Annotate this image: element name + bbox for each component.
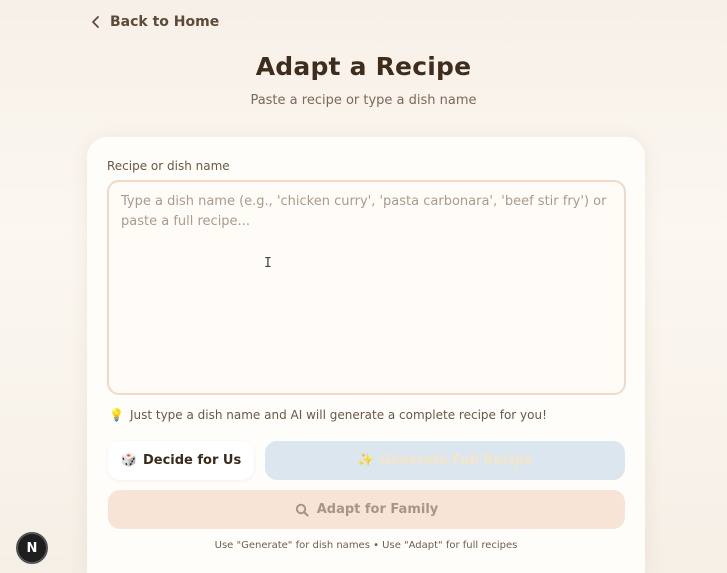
recipe-input[interactable] [107,180,626,395]
chevron-left-icon [92,16,99,28]
sparkles-icon: ✨ [357,453,374,468]
recipe-field-label: Recipe or dish name [107,159,230,173]
hint-label: Just type a dish name and AI will genera… [129,408,547,422]
hint-text: 💡 Just type a dish name and AI will gene… [109,408,547,422]
magnifier-icon [295,503,309,517]
page-subtitle: Paste a recipe or type a dish name [250,93,477,108]
generate-full-recipe-label: Generate Full Recipe [379,453,533,468]
recipe-card: Recipe or dish name I 💡 Just type a dish… [87,137,645,573]
back-to-home-link[interactable]: Back to Home [90,14,219,30]
dev-badge-button[interactable]: N [16,532,48,564]
adapt-for-family-button[interactable]: Adapt for Family [108,490,625,529]
lightbulb-icon: 💡 [109,408,124,422]
dice-icon: 🎲 [120,453,137,468]
footnote: Use "Generate" for dish names • Use "Ada… [214,540,518,551]
decide-for-us-label: Decide for Us [142,453,242,468]
adapt-for-family-label: Adapt for Family [316,502,439,517]
back-to-home-label: Back to Home [110,14,220,30]
decide-for-us-button[interactable]: 🎲 Decide for Us [108,441,254,480]
generate-full-recipe-button[interactable]: ✨ Generate Full Recipe [265,441,625,480]
dev-badge-letter: N [26,540,38,556]
page-title: Adapt a Recipe [255,52,472,81]
